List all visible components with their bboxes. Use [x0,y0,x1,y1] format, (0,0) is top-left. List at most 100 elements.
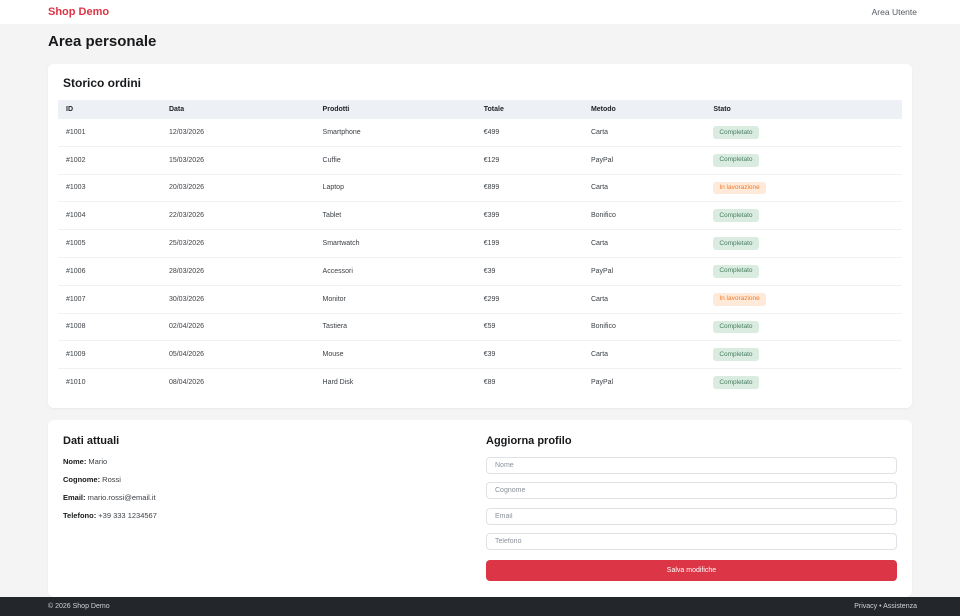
update-profile-title: Aggiorna profilo [486,434,572,447]
order-total-cell: €59 [475,313,583,342]
order-status-cell: Completato [705,257,902,286]
column-header-totale: Totale [475,100,583,119]
nav-link-area-utente[interactable]: Area Utente [872,7,917,17]
order-product-cell: Smartphone [314,119,476,147]
order-method-cell: PayPal [590,379,614,387]
order-method-cell: Carta [582,229,706,258]
order-status-cell: Completato [705,369,902,396]
status-badge: Completato [713,153,759,167]
info-label-email: Email: [63,492,86,502]
order-id-cell: #1010 [66,379,86,387]
order-product-cell: Tastiera [314,313,476,342]
status-badge: Completato [713,348,759,362]
order-method-cell: Carta [582,285,706,314]
order-method-cell: PayPal [582,257,706,286]
email-field[interactable] [486,507,897,525]
order-date-cell: 28/03/2026 [160,257,315,286]
order-product-cell: Monitor [314,285,476,314]
current-data-section: Dati attuali Nome: Mario Cognome: Rossi … [63,435,486,581]
order-total-cell: €89 [483,379,496,387]
telefono-field[interactable] [486,533,897,551]
orders-table: ID Data Prodotti Totale Metodo Stato #10… [58,100,902,396]
footer-links[interactable]: Privacy • Assistenza [854,603,917,610]
profile-card: Dati attuali Nome: Mario Cognome: Rossi … [48,419,912,597]
order-total-cell: €499 [475,119,583,147]
order-total-cell: €39 [475,340,583,370]
brand-logo[interactable]: Shop Demo [48,6,109,18]
order-date-cell: 08/04/2026 [168,379,204,387]
order-product-cell: Laptop [314,174,476,203]
table-row: #1005 25/03/2026 Smartwatch €199 Carta Comple… [58,229,902,258]
order-total-cell: €399 [475,201,583,231]
column-header-metodo: Metodo [582,100,706,119]
status-badge: Completato [713,320,759,334]
update-profile-form: Salva modifiche [486,456,897,581]
order-total-cell: €299 [475,285,583,314]
order-id-cell: #1006 [58,257,161,286]
order-method-cell: Carta [582,119,706,147]
order-date-cell: 22/03/2026 [160,201,315,231]
order-id-cell: #1007 [58,285,161,314]
table-row: #1002 15/03/2026 Cuffie €129 PayPal Completat… [58,146,902,175]
column-header-stato: Stato [705,100,902,119]
order-date-cell: 02/04/2026 [160,313,315,342]
order-total-cell: €899 [475,174,583,203]
order-total-cell: €129 [475,146,583,175]
order-status-cell: In lavorazione [705,174,902,203]
order-date-cell: 30/03/2026 [160,285,315,314]
orders-table-head: ID Data Prodotti Totale Metodo Stato [58,100,902,119]
column-header-id: ID [58,100,161,119]
info-line-telefono: Telefono: +39 333 1234567 [63,511,466,520]
table-row: #1010 08/04/2026 Hard Disk €89 PayPal Complet… [58,369,902,396]
order-product-cell: Hard Disk [322,379,354,387]
order-date-cell: 05/04/2026 [160,340,315,370]
order-product-cell: Accessori [314,257,476,286]
order-status-cell: Completato [705,313,902,342]
order-id-cell: #1005 [58,229,161,258]
info-label-telefono: Telefono: [63,510,97,520]
order-date-cell: 25/03/2026 [160,229,315,258]
order-date-cell: 20/03/2026 [160,174,315,203]
table-row: #1007 30/03/2026 Monitor €299 Carta In lavora… [58,285,902,314]
table-row: #1009 05/04/2026 Mouse €39 Carta Completato [58,340,902,370]
info-label-nome: Nome: [63,456,87,466]
order-status-cell: In lavorazione [705,285,902,314]
order-id-cell: #1008 [58,313,161,342]
footer-copyright: © 2026 Shop Demo [48,602,110,610]
orders-card: Storico ordini ID Data Prodotti Totale M… [48,64,912,408]
status-badge: Completato [713,209,759,223]
info-value-cognome: Rossi [100,474,121,484]
orders-table-body: #1001 12/03/2026 Smartphone €499 Carta Comple… [58,119,902,396]
nome-field[interactable] [486,456,897,474]
order-product-cell: Cuffie [314,146,476,175]
order-id-cell: #1009 [58,340,161,370]
order-id-cell: #1003 [58,174,161,203]
order-product-cell: Tablet [314,201,476,231]
order-status-cell: Completato [705,119,902,147]
status-badge: In lavorazione [713,292,766,306]
order-product-cell: Mouse [314,340,476,370]
info-line-email: Email: mario.rossi@email.it [63,493,466,502]
order-total-cell: €199 [475,229,583,258]
order-status-cell: Completato [705,340,902,370]
order-method-cell: Bonifico [582,313,706,342]
column-header-prodotti: Prodotti [314,100,476,119]
order-date-cell: 12/03/2026 [160,119,315,147]
footer: © 2026 Shop Demo Privacy • Assistenza [0,596,960,616]
update-profile-section: Aggiorna profilo Salva modifiche [486,435,897,581]
orders-card-title: Storico ordini [63,76,141,90]
order-method-cell: Bonifico [582,201,706,231]
order-date-cell: 15/03/2026 [160,146,315,175]
column-header-data: Data [160,100,315,119]
save-changes-button[interactable]: Salva modifiche [486,559,897,581]
status-badge: Completato [713,376,759,389]
table-row: #1003 20/03/2026 Laptop €899 Carta In lavoraz… [58,174,902,203]
cognome-field[interactable] [486,482,897,500]
table-row: #1004 22/03/2026 Tablet €399 Bonifico Complet… [58,201,902,231]
status-badge: In lavorazione [713,181,766,195]
info-value-email: mario.rossi@email.it [85,492,156,502]
order-id-cell: #1004 [58,201,161,231]
order-total-cell: €39 [475,257,583,286]
top-navbar: Shop Demo Area Utente [0,0,960,24]
status-badge: Completato [713,264,759,278]
